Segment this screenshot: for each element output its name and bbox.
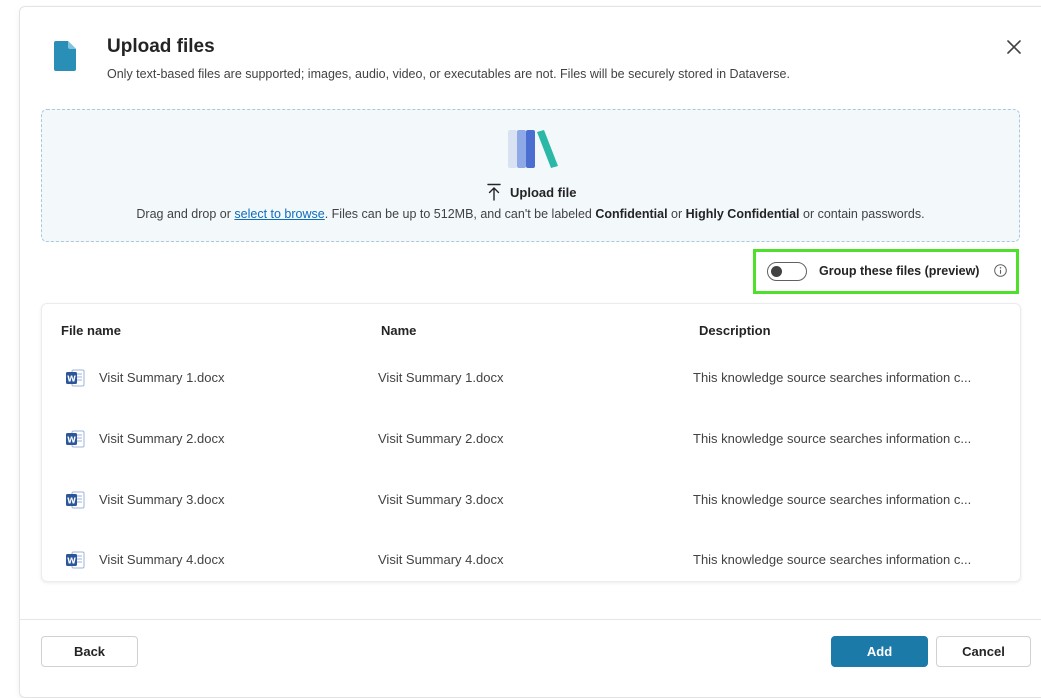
word-document-icon: W xyxy=(66,551,85,569)
svg-text:W: W xyxy=(67,435,76,444)
confidential-label: Confidential xyxy=(595,207,668,221)
back-button[interactable]: Back xyxy=(41,636,138,667)
word-document-icon: W xyxy=(66,369,85,387)
name-cell: Visit Summary 1.docx xyxy=(378,370,504,385)
svg-text:W: W xyxy=(67,496,76,505)
name-cell: Visit Summary 4.docx xyxy=(378,552,504,567)
dropzone-instructions: Drag and drop or select to browse. Files… xyxy=(136,207,925,221)
upload-arrow-icon xyxy=(487,183,501,201)
highly-confidential-label: Highly Confidential xyxy=(685,207,800,221)
description-cell: This knowledge source searches informati… xyxy=(693,492,972,507)
file-name-cell: Visit Summary 4.docx xyxy=(99,552,225,567)
group-files-label: Group these files (preview) xyxy=(819,264,980,278)
description-cell: This knowledge source searches informati… xyxy=(693,552,972,567)
close-icon[interactable] xyxy=(1003,36,1025,58)
select-to-browse-link[interactable]: select to browse xyxy=(234,207,324,221)
table-row[interactable]: W Visit Summary 4.docx Visit Summary 4.d… xyxy=(41,541,1021,581)
dialog-subtitle: Only text-based files are supported; ima… xyxy=(107,67,790,81)
upload-file-button[interactable]: Upload file xyxy=(486,183,576,201)
name-cell: Visit Summary 3.docx xyxy=(378,492,504,507)
table-row[interactable]: W Visit Summary 2.docx Visit Summary 2.d… xyxy=(41,420,1021,460)
cancel-button[interactable]: Cancel xyxy=(936,636,1031,667)
info-icon[interactable] xyxy=(994,264,1007,277)
document-icon xyxy=(54,41,76,71)
toggle-knob xyxy=(771,266,782,277)
file-name-cell: Visit Summary 2.docx xyxy=(99,431,225,446)
svg-text:W: W xyxy=(67,374,76,383)
name-cell: Visit Summary 2.docx xyxy=(378,431,504,446)
upload-file-label: Upload file xyxy=(510,184,577,200)
file-name-cell: Visit Summary 1.docx xyxy=(99,370,225,385)
table-row[interactable]: W Visit Summary 3.docx Visit Summary 3.d… xyxy=(41,481,1021,521)
file-name-cell: Visit Summary 3.docx xyxy=(99,492,225,507)
dialog-title: Upload files xyxy=(107,36,215,57)
add-button[interactable]: Add xyxy=(831,636,928,667)
books-icon xyxy=(508,130,558,168)
table-row[interactable]: W Visit Summary 1.docx Visit Summary 1.d… xyxy=(41,359,1021,399)
column-header-file-name: File name xyxy=(61,323,121,338)
svg-text:W: W xyxy=(67,556,76,565)
word-document-icon: W xyxy=(66,430,85,448)
word-document-icon: W xyxy=(66,491,85,509)
description-cell: This knowledge source searches informati… xyxy=(693,431,972,446)
column-header-description: Description xyxy=(699,323,771,338)
description-cell: This knowledge source searches informati… xyxy=(693,370,972,385)
column-header-name: Name xyxy=(381,323,417,338)
footer-divider xyxy=(19,619,1041,620)
group-files-toggle[interactable] xyxy=(767,262,807,281)
